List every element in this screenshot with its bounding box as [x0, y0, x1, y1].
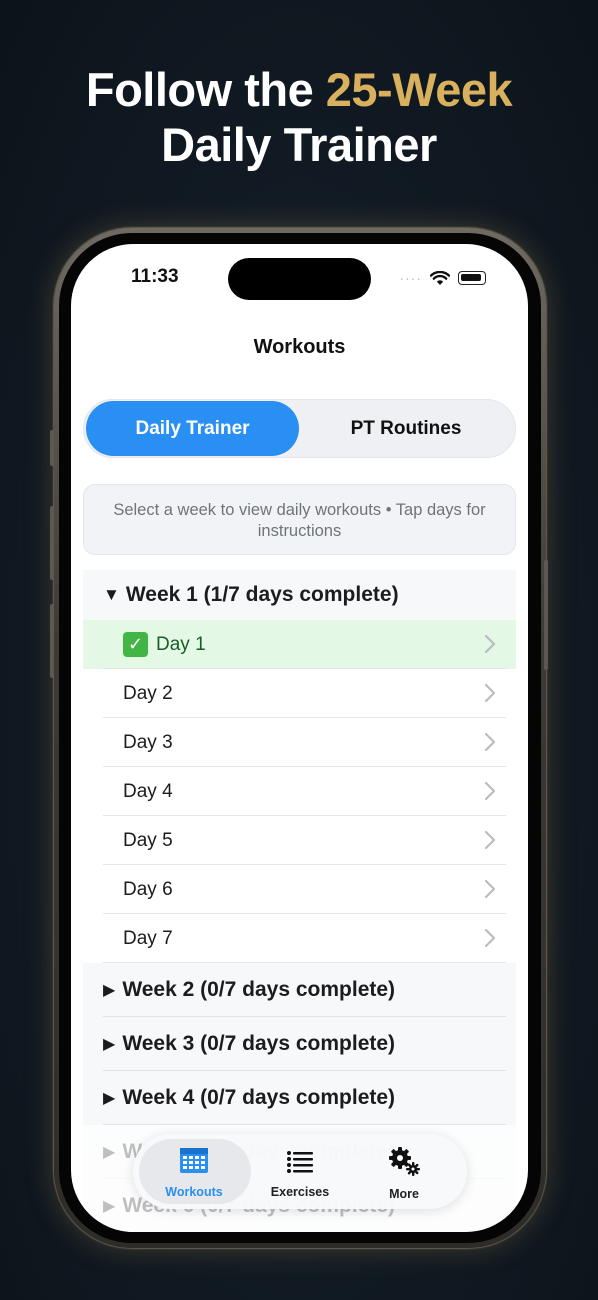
- day-label: Day 6: [123, 878, 173, 900]
- chevron-right-icon: [484, 781, 496, 801]
- week-row[interactable]: ▶ Week 4 (0/7 days complete): [83, 1071, 516, 1125]
- status-icons: ····: [399, 270, 486, 286]
- day-label: Day 4: [123, 780, 173, 802]
- day-label: Day 3: [123, 731, 173, 753]
- tab-workouts[interactable]: Workouts: [139, 1146, 249, 1199]
- day-label: Day 5: [123, 829, 173, 851]
- day-row[interactable]: Day 3: [83, 718, 516, 767]
- day-row[interactable]: Day 7: [83, 914, 516, 963]
- disclosure-collapsed-icon: ▶: [103, 1198, 116, 1215]
- headline: Follow the 25-Week Daily Trainer: [0, 62, 598, 172]
- chevron-right-icon: [484, 879, 496, 899]
- weeks-list: ▼ Week 1 (1/7 days complete) ✓ Day 1 Day 2…: [83, 570, 516, 1232]
- nav-title: Workouts: [253, 336, 346, 358]
- volume-down-button: [50, 604, 54, 678]
- headline-prefix: Follow the: [85, 63, 326, 116]
- week-1-header[interactable]: ▼ Week 1 (1/7 days complete): [83, 570, 516, 620]
- day-row[interactable]: Day 6: [83, 865, 516, 914]
- tab-exercises-label: Exercises: [270, 1185, 330, 1199]
- day-label: Day 7: [123, 927, 173, 949]
- tab-more-label: More: [389, 1187, 419, 1201]
- tab-more[interactable]: More: [349, 1146, 459, 1201]
- segment-pt-routines[interactable]: PT Routines: [299, 401, 513, 456]
- tab-workouts-label: Workouts: [165, 1185, 223, 1199]
- disclosure-collapsed-icon: ▶: [103, 982, 116, 999]
- chevron-right-icon: [484, 928, 496, 948]
- disclosure-collapsed-icon: ▶: [103, 1144, 116, 1161]
- gear-icon: [389, 1147, 420, 1176]
- week-label: Week 4 (0/7 days complete): [122, 1086, 396, 1109]
- cellular-icon: ····: [399, 270, 422, 286]
- dynamic-island: [228, 258, 371, 300]
- action-button: [50, 430, 54, 466]
- side-button: [544, 560, 548, 670]
- week-row[interactable]: ▶ Week 2 (0/7 days complete): [83, 963, 516, 1017]
- chevron-right-icon: [484, 830, 496, 850]
- week-label: Week 2 (0/7 days complete): [122, 978, 396, 1001]
- week-label: Week 3 (0/7 days complete): [122, 1032, 396, 1055]
- wifi-icon: [430, 270, 450, 285]
- calendar-icon: [180, 1148, 208, 1173]
- day-row[interactable]: Day 2: [83, 669, 516, 718]
- segmented-control: Daily Trainer PT Routines: [83, 399, 516, 458]
- status-time: 11:33: [131, 266, 179, 287]
- headline-accent: 25-Week: [325, 63, 513, 116]
- tab-bar: Workouts Exercises More: [133, 1134, 467, 1209]
- disclosure-expanded-icon: ▼: [103, 585, 120, 604]
- day-row[interactable]: ✓ Day 1: [83, 620, 516, 669]
- disclosure-collapsed-icon: ▶: [103, 1036, 116, 1053]
- headline-line2: Daily Trainer: [161, 118, 437, 171]
- headline-line1: Follow the 25-Week: [0, 62, 598, 117]
- app-screen: 11:33 ···· Workouts Daily Trainer PT Rou…: [71, 244, 528, 1232]
- info-banner: Select a week to view daily workouts • T…: [83, 484, 516, 555]
- battery-icon: [458, 271, 486, 285]
- chevron-right-icon: [484, 683, 496, 703]
- day-label: Day 2: [123, 682, 173, 704]
- tab-exercises[interactable]: Exercises: [245, 1146, 355, 1199]
- volume-up-button: [50, 506, 54, 580]
- week-1-label: Week 1 (1/7 days complete): [125, 583, 399, 606]
- day-row[interactable]: Day 4: [83, 767, 516, 816]
- chevron-right-icon: [484, 732, 496, 752]
- disclosure-collapsed-icon: ▶: [103, 1090, 116, 1107]
- week-row[interactable]: ▶ Week 3 (0/7 days complete): [83, 1017, 516, 1071]
- chevron-right-icon: [484, 634, 496, 654]
- day-label: Day 1: [156, 633, 206, 655]
- segment-daily-trainer[interactable]: Daily Trainer: [86, 401, 299, 456]
- checkmark-icon: ✓: [123, 632, 148, 657]
- list-icon: [287, 1151, 313, 1173]
- day-row[interactable]: Day 5: [83, 816, 516, 865]
- info-text: Select a week to view daily workouts • T…: [113, 501, 486, 540]
